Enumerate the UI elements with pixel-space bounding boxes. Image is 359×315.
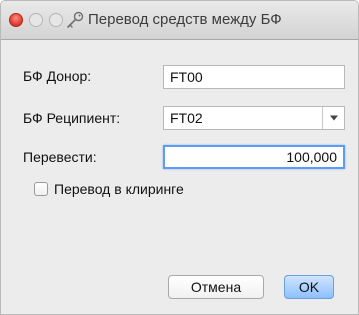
window-title: Перевод средств между БФ: [88, 11, 282, 28]
recipient-combobox[interactable]: FT02: [163, 106, 345, 130]
minimize-window-button[interactable]: [29, 13, 43, 27]
zoom-window-button[interactable]: [49, 13, 63, 27]
cancel-button[interactable]: Отмена: [168, 275, 264, 299]
amount-field[interactable]: 100,000: [163, 145, 345, 169]
donor-label: БФ Донор:: [23, 68, 92, 84]
donor-field[interactable]: FT00: [163, 65, 345, 89]
chevron-down-icon: [329, 115, 338, 121]
ok-button[interactable]: OK: [284, 275, 334, 299]
close-window-button[interactable]: [9, 13, 23, 27]
recipient-label: БФ Реципиент:: [23, 110, 121, 126]
dialog-window: Перевод средств между БФ БФ Донор: FT00 …: [0, 0, 359, 315]
clearing-label[interactable]: Перевод в клиринге: [54, 181, 184, 197]
recipient-value: FT02: [170, 110, 203, 126]
key-icon: [67, 11, 84, 28]
clearing-checkbox[interactable]: [34, 182, 48, 196]
amount-label: Перевести:: [23, 149, 97, 165]
title-bar[interactable]: Перевод средств между БФ: [1, 1, 358, 40]
chevron-down-icon[interactable]: [322, 107, 344, 129]
dialog-content: БФ Донор: FT00 БФ Реципиент: FT02 Переве…: [1, 40, 358, 314]
